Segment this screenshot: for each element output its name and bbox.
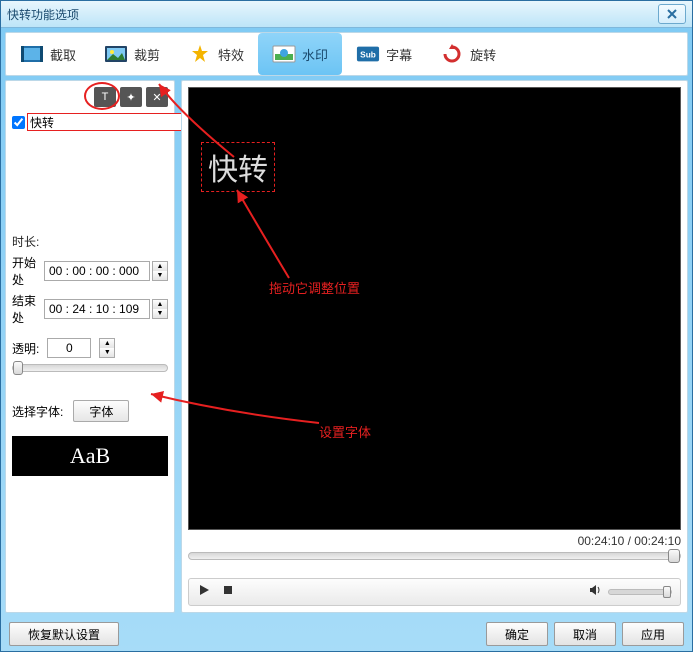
opacity-slider[interactable] xyxy=(12,364,168,372)
tab-label: 水印 xyxy=(302,45,328,64)
tab-screenshot[interactable]: 截取 xyxy=(6,33,90,75)
delete-watermark-button[interactable]: ✕ xyxy=(146,87,168,107)
tab-label: 截取 xyxy=(50,45,76,64)
tab-crop[interactable]: 裁剪 xyxy=(90,33,174,75)
time-display: 00:24:10 / 00:24:10 xyxy=(188,534,681,548)
volume-slider[interactable] xyxy=(608,589,672,595)
watermark-icon xyxy=(272,44,296,64)
text-icon: T xyxy=(102,91,109,103)
text-watermark-button[interactable]: T xyxy=(94,87,116,107)
main-tabs: 截取 裁剪 特效 水印 Sub 字幕 旋转 xyxy=(5,32,688,76)
play-button[interactable] xyxy=(197,583,211,602)
photo-icon xyxy=(104,44,128,64)
opacity-input[interactable] xyxy=(47,338,91,358)
watermark-text-input[interactable] xyxy=(27,113,188,131)
seek-slider[interactable] xyxy=(188,552,681,560)
film-icon xyxy=(20,44,44,64)
x-icon: ✕ xyxy=(152,91,161,104)
annotation-arrow-3 xyxy=(149,388,329,428)
sub-icon: Sub xyxy=(356,44,380,64)
tab-label: 裁剪 xyxy=(134,45,160,64)
star-icon xyxy=(188,44,212,64)
tab-subtitle[interactable]: Sub 字幕 xyxy=(342,33,426,75)
stop-button[interactable] xyxy=(221,583,235,602)
tab-rotate[interactable]: 旋转 xyxy=(426,33,510,75)
tab-label: 特效 xyxy=(218,45,244,64)
ok-button[interactable]: 确定 xyxy=(486,622,548,646)
window-close-button[interactable] xyxy=(658,4,686,24)
watermark-overlay[interactable]: 快转 xyxy=(201,142,275,192)
annotation-arrow-2 xyxy=(229,188,299,283)
settings-panel: T ✦ ✕ 时长: 开始处 00 : 00 : 00 : 000 ▲▼ 结束处 … xyxy=(5,80,175,613)
opacity-slider-thumb[interactable] xyxy=(13,361,23,375)
opacity-label: 透明: xyxy=(12,340,39,357)
start-label: 开始处 xyxy=(12,254,42,288)
duration-label: 时长: xyxy=(12,233,168,250)
font-preview: AaB xyxy=(12,436,168,476)
end-time-input[interactable]: 00 : 24 : 10 : 109 xyxy=(44,299,150,319)
player-controls xyxy=(188,578,681,606)
start-time-input[interactable]: 00 : 00 : 00 : 000 xyxy=(44,261,150,281)
preview-panel: 快转 拖动它调整位置 设置字体 00:24:10 / 00:24:10 xyxy=(181,80,688,613)
annotation-text-font: 设置字体 xyxy=(319,422,371,441)
end-time-spinner[interactable]: ▲▼ xyxy=(152,299,168,319)
cancel-button[interactable]: 取消 xyxy=(554,622,616,646)
start-time-spinner[interactable]: ▲▼ xyxy=(152,261,168,281)
tab-watermark[interactable]: 水印 xyxy=(258,33,342,75)
tab-effects[interactable]: 特效 xyxy=(174,33,258,75)
watermark-enable-checkbox[interactable] xyxy=(12,116,25,129)
font-button[interactable]: 字体 xyxy=(73,400,129,422)
annotation-text-drag: 拖动它调整位置 xyxy=(269,278,360,297)
tab-label: 字幕 xyxy=(386,45,412,64)
footer-bar: 恢复默认设置 确定 取消 应用 xyxy=(1,617,692,651)
close-icon xyxy=(665,7,679,21)
seek-thumb[interactable] xyxy=(668,549,680,563)
svg-text:Sub: Sub xyxy=(360,50,376,60)
end-label: 结束处 xyxy=(12,292,42,326)
rotate-icon xyxy=(440,44,464,64)
window-title: 快转功能选项 xyxy=(7,6,658,23)
sparkle-icon: ✦ xyxy=(126,91,135,104)
tab-label: 旋转 xyxy=(470,45,496,64)
volume-thumb[interactable] xyxy=(663,586,671,598)
reset-defaults-button[interactable]: 恢复默认设置 xyxy=(9,622,119,646)
apply-button[interactable]: 应用 xyxy=(622,622,684,646)
opacity-spinner[interactable]: ▲▼ xyxy=(99,338,115,358)
font-label: 选择字体: xyxy=(12,403,63,420)
volume-icon[interactable] xyxy=(588,583,602,602)
image-watermark-button[interactable]: ✦ xyxy=(120,87,142,107)
video-preview[interactable]: 快转 拖动它调整位置 设置字体 xyxy=(188,87,681,530)
